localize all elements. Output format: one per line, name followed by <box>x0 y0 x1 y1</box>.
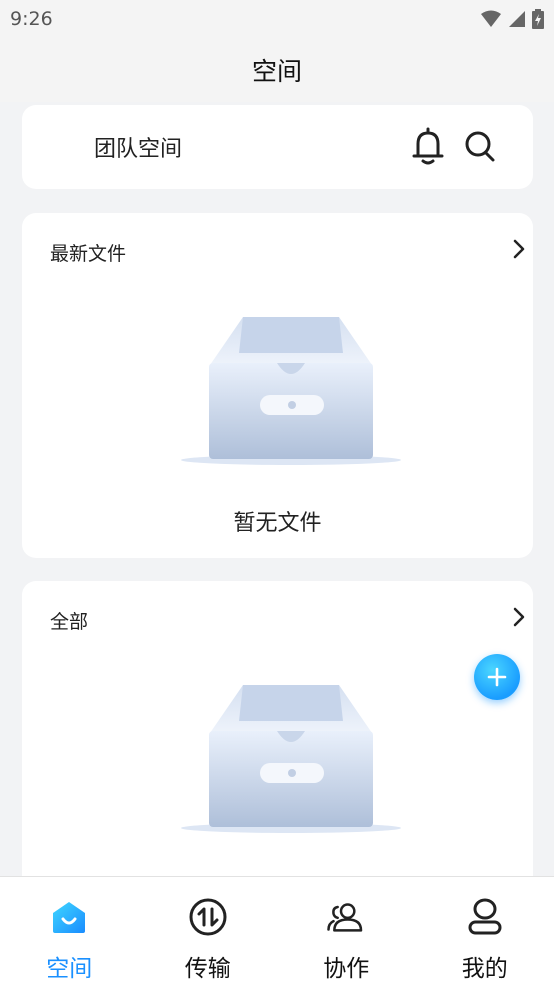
page-title: 空间 <box>251 57 302 86</box>
tab-collaborate[interactable]: 协作 <box>277 877 416 984</box>
recent-files-title: 最新文件 <box>50 243 127 265</box>
status-icons <box>480 9 544 29</box>
recent-files-card: 最新文件 暂无文件 <box>22 213 533 558</box>
chevron-right-icon[interactable] <box>511 237 527 261</box>
status-time: 9:26 <box>10 8 53 30</box>
add-button[interactable] <box>474 654 520 700</box>
tab-transfer[interactable]: 传输 <box>139 877 278 984</box>
empty-drawer-icon <box>181 317 401 465</box>
signal-icon <box>509 11 525 27</box>
transfer-icon <box>189 898 227 936</box>
wifi-icon <box>481 10 501 27</box>
all-files-card: 全部 <box>22 581 533 901</box>
search-icon[interactable] <box>463 129 497 165</box>
bell-icon[interactable] <box>410 127 446 167</box>
tab-label: 协作 <box>323 956 370 982</box>
collaborate-icon <box>327 903 363 932</box>
tab-label: 传输 <box>184 956 231 982</box>
tab-label: 我的 <box>461 956 508 982</box>
all-files-title: 全部 <box>50 611 89 633</box>
empty-state-text: 暂无文件 <box>233 511 322 536</box>
bottom-tab-bar: 空间 传输 协作 我的 <box>0 876 554 984</box>
team-space-bar[interactable]: 团队空间 <box>22 105 533 189</box>
app-header: 空间 <box>0 38 554 102</box>
profile-icon <box>468 898 502 935</box>
team-space-label[interactable]: 团队空间 <box>94 131 182 163</box>
home-space-icon <box>53 902 86 933</box>
empty-drawer-icon <box>181 685 401 833</box>
tab-space[interactable]: 空间 <box>0 877 139 984</box>
tab-label: 空间 <box>46 956 93 982</box>
battery-icon <box>532 9 544 29</box>
status-bar: 9:26 <box>0 0 554 38</box>
tab-profile[interactable]: 我的 <box>416 877 554 984</box>
chevron-right-icon[interactable] <box>511 605 527 629</box>
plus-icon <box>487 667 507 687</box>
